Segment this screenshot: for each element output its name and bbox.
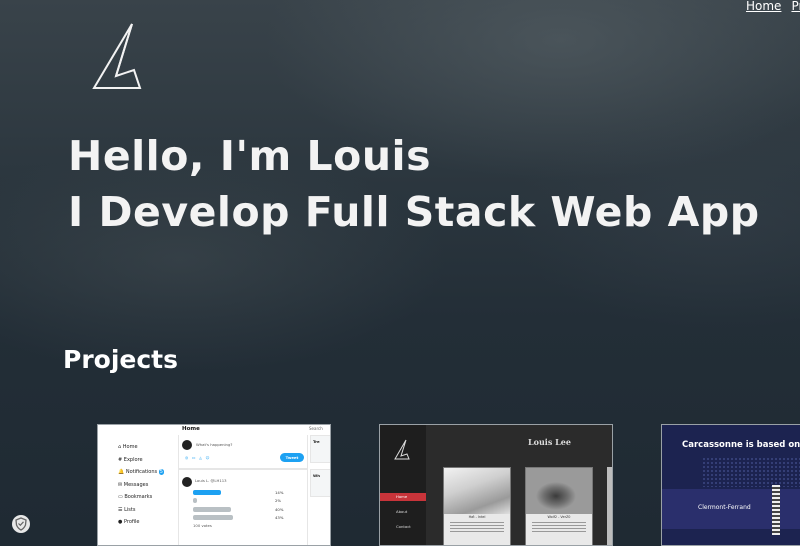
nav-projects-link[interactable]: Pr xyxy=(791,0,800,13)
card2-menu-home: Home xyxy=(380,493,426,501)
card3-answer-label: Clermont-Ferrand xyxy=(698,504,751,511)
projects-heading: Projects xyxy=(63,345,179,374)
card1-poll-bar xyxy=(193,515,233,520)
card2-menu-about: About xyxy=(396,509,408,514)
card1-avatar xyxy=(182,440,192,450)
card2-photo-image xyxy=(526,468,592,514)
card2-menu-contact: Contact xyxy=(396,524,411,529)
card1-notification-badge: 5 xyxy=(158,469,164,475)
card3-stars-decoration xyxy=(702,457,800,487)
card2-photo-tile: Hat́ - Intel xyxy=(443,467,511,545)
card1-compose-placeholder: What's happening? xyxy=(196,442,233,447)
card1-poll-percent: 14% xyxy=(275,490,284,495)
card1-sidebar-item: ☰ Lists xyxy=(118,506,136,513)
card1-poll-user: Louis L. @LH113 xyxy=(195,478,227,483)
top-nav: Home Pr xyxy=(746,0,800,13)
card1-poll-bar xyxy=(193,507,231,512)
project-card-louis-lee[interactable]: Home About Contact Louis Lee Hat́ - Inte… xyxy=(379,424,613,546)
privacy-shield-icon[interactable] xyxy=(12,515,30,533)
card1-who-to-follow-box: Wh xyxy=(310,469,330,497)
card1-poll-bar xyxy=(193,498,197,503)
card2-photo-text-lines xyxy=(532,522,586,534)
card1-sidebar-item: ✉ Messages xyxy=(118,481,149,488)
card1-sidebar-item: # Explore xyxy=(118,456,143,463)
card1-poll-bar xyxy=(193,490,221,495)
card1-trends-box: Tre xyxy=(310,435,330,463)
card1-sidebar-item: ⌂ Home xyxy=(118,444,138,450)
card2-logo-icon xyxy=(394,439,410,460)
card1-tweet-button: Tweet xyxy=(280,453,304,462)
card3-tower-decoration xyxy=(772,485,780,535)
hero-line-2: I Develop Full Stack Web App xyxy=(68,188,760,236)
card3-question: Carcassonne is based on which F xyxy=(682,440,800,450)
hero-title: Hello, I'm Louis I Develop Full Stack We… xyxy=(68,128,760,240)
card1-poll-avatar xyxy=(182,477,192,487)
card2-photo-tile-partial xyxy=(607,467,612,545)
card1-sidebar-item: ● Profile xyxy=(118,519,140,525)
card1-sidebar: ⌂ Home # Explore 🔔 Notifications 5 ✉ Mes… xyxy=(118,441,164,529)
card2-photo-text-lines xyxy=(450,522,504,534)
card1-feed: What's happening? ◎ ▭ ◬ ☺ Tweet Louis L.… xyxy=(178,435,308,545)
card1-sidebar-item: 🔔 Notifications 5 xyxy=(118,469,164,475)
project-card-carcassonne-quiz[interactable]: Carcassonne is based on which F Clermont… xyxy=(661,424,800,546)
nav-home-link[interactable]: Home xyxy=(746,0,781,13)
card2-photo-tile: Wolf2 - VerZ0 xyxy=(525,467,593,545)
card1-sidebar-item: ▭ Bookmarks xyxy=(118,494,153,500)
card2-photo-caption: Wolf2 - VerZ0 xyxy=(547,515,571,519)
card1-compose-icons: ◎ ▭ ◬ ☺ xyxy=(185,455,210,460)
project-card-twitter-clone[interactable]: ⌂ Home # Explore 🔔 Notifications 5 ✉ Mes… xyxy=(97,424,331,546)
card2-photo-image xyxy=(444,468,510,514)
card1-header: Home xyxy=(182,426,200,432)
card2-title: Louis Lee xyxy=(528,437,571,447)
card1-search: Search xyxy=(309,426,323,431)
card1-poll-percent: 2% xyxy=(275,498,282,503)
card2-photo-caption: Hat́ - Intel xyxy=(468,515,486,519)
card1-divider xyxy=(179,468,307,470)
hero-line-1: Hello, I'm Louis xyxy=(68,132,431,180)
card1-poll-votes: 100 votes xyxy=(193,523,212,528)
site-logo-icon[interactable] xyxy=(90,20,146,96)
card1-poll-percent: 40% xyxy=(275,507,284,512)
card1-poll-percent: 43% xyxy=(275,515,284,520)
